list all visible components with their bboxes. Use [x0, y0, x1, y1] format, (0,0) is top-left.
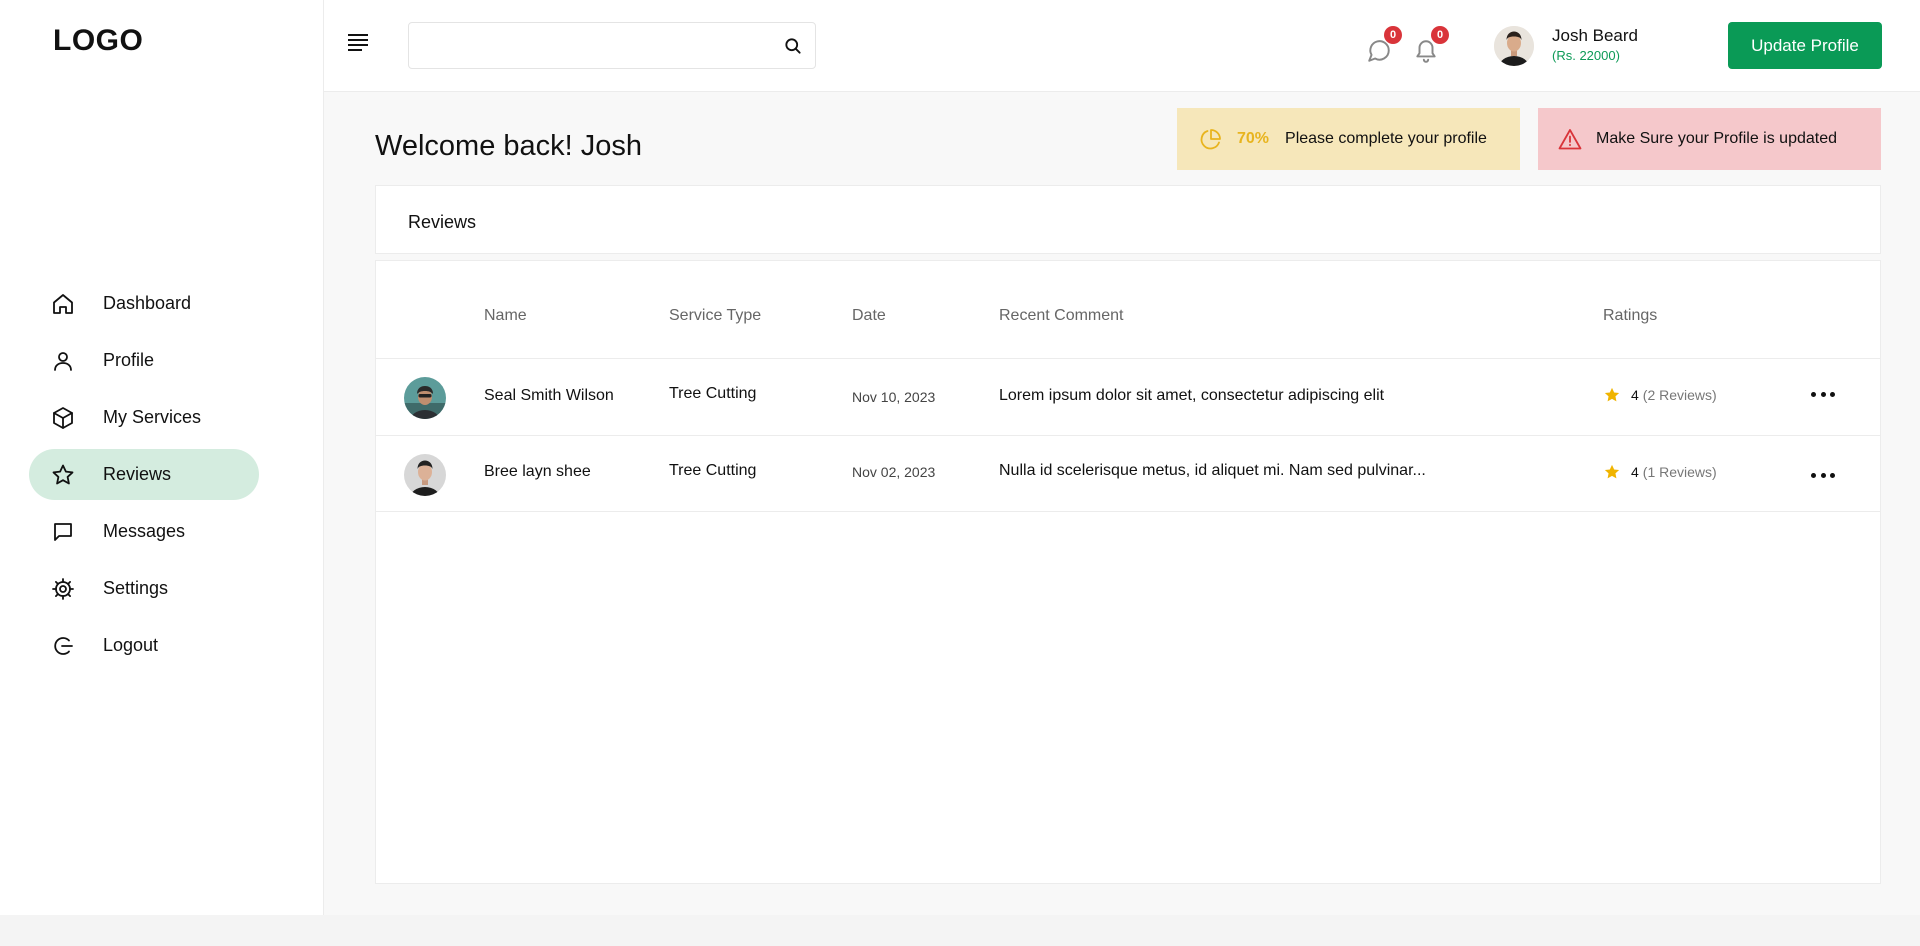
star-icon	[1604, 464, 1620, 479]
sidebar-item-messages[interactable]: Messages	[29, 506, 259, 557]
sidebar-item-label: Settings	[103, 578, 169, 598]
dot-icon	[1830, 472, 1835, 478]
sidebar-item-my-services[interactable]: My Services	[29, 392, 259, 443]
rating: 4 (1 Reviews)	[1603, 463, 1717, 481]
logo: LOGO	[53, 24, 144, 57]
sidebar-item-logout[interactable]: Logout	[29, 620, 259, 671]
messages-badge: 0	[1384, 26, 1402, 44]
rating: 4 (2 Reviews)	[1603, 386, 1717, 404]
dot-icon	[1820, 472, 1826, 478]
reviews-title-card: Reviews	[375, 185, 1881, 254]
profile-progress-alert[interactable]: 70% Please complete your profile	[1177, 108, 1520, 170]
gear-icon	[51, 577, 75, 601]
search-input[interactable]	[409, 23, 759, 68]
sidebar-item-label: Messages	[103, 521, 186, 541]
profile-warning-alert[interactable]: Make Sure your Profile is updated	[1538, 108, 1881, 170]
sidebar: LOGO Dashboard Profile My Services Revie…	[0, 0, 324, 915]
reviews-title: Reviews	[408, 212, 477, 232]
star-icon	[1604, 387, 1620, 402]
more-options-button[interactable]	[1811, 470, 1835, 480]
user-avatar[interactable]	[1494, 26, 1534, 66]
review-count: (1 Reviews)	[1642, 464, 1717, 480]
sidebar-item-profile[interactable]: Profile	[29, 335, 259, 386]
service-type: Tree Cutting	[669, 385, 757, 402]
service-type: Tree Cutting	[669, 462, 757, 479]
home-icon	[51, 292, 75, 316]
update-profile-button[interactable]: Update Profile	[1728, 22, 1882, 69]
sidebar-item-dashboard[interactable]: Dashboard	[29, 278, 259, 329]
reviews-table: Name Service Type Date Recent Comment Ra…	[375, 260, 1881, 884]
column-header-name[interactable]: Name	[484, 307, 527, 325]
profile-progress-percent: 70%	[1237, 130, 1270, 147]
profile-progress-text: Please complete your profile	[1285, 130, 1487, 147]
profile-warning-text: Make Sure your Profile is updated	[1596, 130, 1838, 147]
column-header-service-type[interactable]: Service Type	[669, 307, 761, 325]
recent-comment: Lorem ipsum dolor sit amet, consectetur …	[999, 387, 1385, 404]
star-icon	[51, 463, 75, 487]
box-icon	[51, 406, 75, 430]
logout-icon	[51, 634, 75, 658]
welcome-heading: Welcome back! Josh	[375, 130, 643, 162]
menu-toggle-button[interactable]	[348, 34, 370, 54]
search-box	[408, 22, 816, 69]
column-header-recent-comment[interactable]: Recent Comment	[999, 307, 1124, 325]
sidebar-item-label: Profile	[103, 350, 155, 370]
sidebar-item-settings[interactable]: Settings	[29, 563, 259, 614]
review-date: Nov 10, 2023	[852, 389, 936, 405]
dot-icon	[1811, 472, 1816, 478]
reviewer-avatar	[404, 454, 446, 496]
dot-icon	[1830, 391, 1835, 397]
messages-button[interactable]: 0	[1366, 26, 1402, 64]
sidebar-item-label: Dashboard	[103, 293, 192, 313]
rating-value: 4	[1631, 387, 1639, 403]
footer-strip	[0, 915, 1920, 946]
user-balance: (Rs. 22000)	[1552, 48, 1620, 63]
more-options-button[interactable]	[1811, 389, 1835, 399]
dot-icon	[1811, 391, 1816, 397]
column-header-date[interactable]: Date	[852, 307, 886, 325]
reviewer-name: Bree layn shee	[484, 463, 591, 480]
search-icon[interactable]	[783, 36, 803, 56]
review-date: Nov 02, 2023	[852, 464, 936, 480]
reviewer-name: Seal Smith Wilson	[484, 387, 614, 404]
review-count: (2 Reviews)	[1642, 387, 1717, 403]
notifications-badge: 0	[1431, 26, 1449, 44]
pie-chart-icon	[1200, 129, 1221, 150]
column-header-ratings[interactable]: Ratings	[1603, 307, 1657, 325]
reviewer-avatar	[404, 377, 446, 419]
message-icon	[51, 520, 75, 544]
dot-icon	[1820, 391, 1826, 397]
user-name: Josh Beard	[1552, 26, 1638, 45]
table-row[interactable]: Bree layn shee Tree Cutting Nov 02, 2023…	[376, 435, 1880, 512]
top-header: 0 0 Josh Beard (Rs. 22000) Update Profil…	[324, 0, 1920, 92]
sidebar-item-reviews[interactable]: Reviews	[29, 449, 259, 500]
table-row[interactable]: Seal Smith Wilson Tree Cutting Nov 10, 2…	[376, 358, 1880, 435]
sidebar-item-label: My Services	[103, 407, 202, 427]
sidebar-nav: Dashboard Profile My Services Reviews Me…	[29, 278, 259, 677]
user-icon	[51, 349, 75, 373]
recent-comment: Nulla id scelerisque metus, id aliquet m…	[999, 462, 1426, 479]
warning-icon	[1558, 129, 1582, 150]
sidebar-item-label: Reviews	[103, 464, 172, 484]
rating-value: 4	[1631, 464, 1639, 480]
notifications-button[interactable]: 0	[1413, 26, 1449, 64]
sidebar-item-label: Logout	[103, 635, 159, 655]
